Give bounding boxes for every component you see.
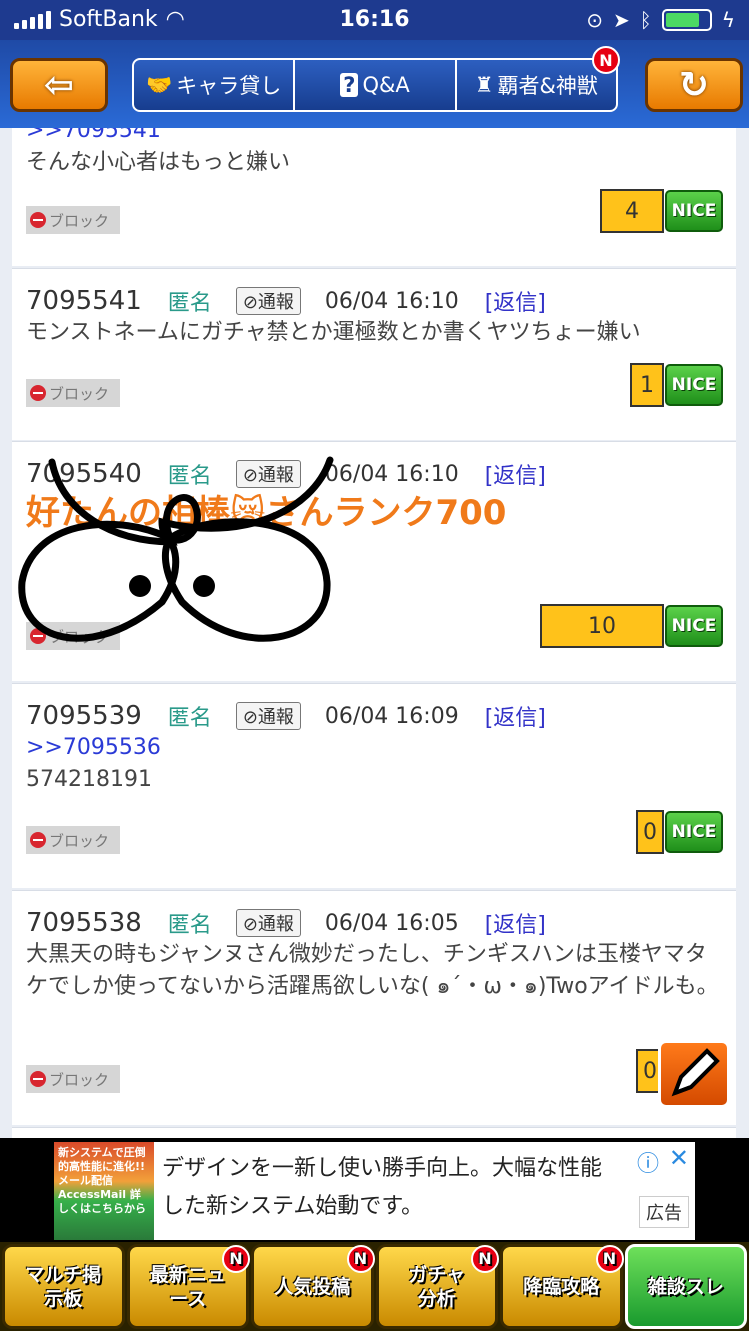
post-date: 06/04 16:09 (324, 703, 459, 729)
handshake-icon: 🤝 (146, 72, 173, 97)
nice-count: 1 (630, 363, 664, 407)
block-button[interactable]: ブロック (26, 1065, 120, 1093)
tower-icon: ♜ (474, 73, 494, 97)
new-badge: N (346, 1245, 375, 1273)
info-icon[interactable]: ⓘ (637, 1146, 659, 1178)
nav-gacha-analysis[interactable]: ガチャ分析 N (375, 1244, 499, 1329)
post-meta: 7095539 匿名 ⊘通報 06/04 16:09 [返信] (26, 700, 546, 732)
new-badge: N (222, 1245, 250, 1273)
reply-link[interactable]: [返信] (485, 700, 546, 732)
ad-banner[interactable]: 新システムで圧倒的高性能に進化!! メール配信 AccessMail 詳しくはこ… (0, 1138, 749, 1242)
post-card (12, 1127, 736, 1138)
post-card: 7095541 匿名 ⊘通報 06/04 16:10 [返信] モンストネームに… (12, 268, 736, 440)
battery-icon (661, 9, 712, 31)
nice-count: 0 (636, 810, 664, 854)
doodle-drawing (18, 456, 334, 642)
report-button[interactable]: ⊘通報 (235, 287, 301, 315)
nice-count: 4 (600, 189, 664, 233)
post-body: モンストネームにガチャ禁とか運極数とか書くヤツちょー嫌い (26, 320, 641, 345)
nice-button[interactable]: NICE (665, 605, 723, 647)
author-name: 匿名 (167, 706, 212, 731)
nice-button[interactable]: NICE (665, 190, 723, 232)
post-number: 7095541 (26, 286, 142, 316)
post-meta: 7095541 匿名 ⊘通報 06/04 16:10 [返信] (26, 285, 546, 317)
orientation-lock-icon: ⊙ (586, 8, 604, 32)
bluetooth-icon: ᛒ (639, 8, 652, 32)
block-button[interactable]: ブロック (26, 826, 120, 854)
post-card: 7095539 匿名 ⊘通報 06/04 16:09 [返信] >>709553… (12, 683, 736, 888)
post-date: 06/04 16:10 (324, 461, 459, 487)
pencil-icon (671, 1048, 720, 1097)
tab-chara-lend[interactable]: 🤝 キャラ貸し (134, 60, 296, 110)
thread-list: >>7095541 そんな小心者はもっと嫌い ブロック 4 NICE 70955… (0, 128, 749, 1138)
post-card: 7095538 匿名 ⊘通報 06/04 16:05 [返信] 大黒天の時もジャ… (12, 890, 736, 1125)
post-card: >>7095541 そんな小心者はもっと嫌い ブロック 4 NICE (12, 128, 736, 266)
close-icon[interactable]: ✕ (669, 1144, 689, 1172)
refresh-button[interactable]: ↻ (645, 58, 743, 112)
block-icon (30, 212, 46, 228)
new-badge: N (592, 46, 620, 74)
nav-multi-board[interactable]: マルチ掲示板 (2, 1244, 125, 1329)
location-icon: ➤ (613, 8, 630, 32)
arrow-left-icon: ⇦ (43, 64, 75, 106)
new-badge: N (595, 1245, 624, 1273)
header-tabs: 🤝 キャラ貸し ? Q&A ♜ 覇者&神獣 (132, 58, 618, 112)
reply-ref-link[interactable]: >>7095536 (26, 732, 726, 764)
reply-link[interactable]: [返信] (485, 285, 546, 317)
post-card: 7095540 匿名 ⊘通報 06/04 16:10 [返信] 好たんの相棒😿さ… (12, 441, 736, 681)
reply-link[interactable]: [返信] (485, 458, 546, 490)
author-name: 匿名 (167, 291, 212, 316)
reply-ref-link[interactable]: >>7095541 (26, 128, 726, 147)
author-name: 匿名 (167, 913, 212, 938)
nice-button[interactable]: NICE (665, 811, 723, 853)
ad-text-line: した新システム始動です。 (162, 1194, 424, 1219)
bottom-nav: マルチ掲示板 最新ニュース N 人気投稿 N ガチャ分析 N 降臨攻略 N 雑談… (0, 1242, 749, 1331)
post-body: 大黒天の時もジャンヌさん微妙だったし、チンギスハンは玉楼ヤマタケでしか使ってない… (26, 942, 719, 999)
block-button[interactable]: ブロック (26, 206, 120, 234)
ad-text-line: デザインを一新し使い勝手向上。大幅な性能 (162, 1156, 603, 1181)
report-button[interactable]: ⊘通報 (235, 909, 301, 937)
block-icon (30, 1071, 46, 1087)
post-body: 574218191 (26, 767, 152, 792)
post-date: 06/04 16:05 (324, 910, 459, 936)
tab-qa[interactable]: ? Q&A (295, 60, 457, 110)
block-button[interactable]: ブロック (26, 379, 120, 407)
nav-descent-guide[interactable]: 降臨攻略 N (500, 1244, 624, 1329)
status-bar: SoftBank ◠ 16:16 ⊙ ➤ ᛒ ϟ (0, 0, 749, 40)
nav-latest-news[interactable]: 最新ニュース N (126, 1244, 250, 1329)
question-icon: ? (340, 73, 359, 97)
nice-button[interactable]: NICE (665, 364, 723, 406)
post-date: 06/04 16:10 (324, 288, 459, 314)
status-icons: ⊙ ➤ ᛒ ϟ (586, 8, 735, 32)
reply-link[interactable]: [返信] (485, 907, 546, 939)
post-number: 7095538 (26, 908, 142, 938)
nice-count: 10 (540, 604, 664, 648)
compose-button[interactable] (658, 1040, 730, 1108)
ad-label: 広告 (639, 1196, 689, 1228)
new-badge: N (471, 1245, 499, 1273)
back-button[interactable]: ⇦ (10, 58, 108, 112)
nav-popular-posts[interactable]: 人気投稿 N (251, 1244, 375, 1329)
report-button[interactable]: ⊘通報 (235, 702, 301, 730)
post-meta: 7095538 匿名 ⊘通報 06/04 16:05 [返信] (26, 907, 546, 939)
tab-hasha-shinju[interactable]: ♜ 覇者&神獣 (457, 60, 616, 110)
app-header: ⇦ 🤝 キャラ貸し ? Q&A ♜ 覇者&神獣 N ↻ (0, 40, 749, 128)
ad-image: 新システムで圧倒的高性能に進化!! メール配信 AccessMail 詳しくはこ… (54, 1142, 154, 1240)
nav-chat-thread[interactable]: 雑談スレ (624, 1244, 747, 1329)
charging-icon: ϟ (721, 8, 735, 32)
refresh-icon: ↻ (678, 64, 710, 106)
block-icon (30, 385, 46, 401)
post-body: そんな小心者はもっと嫌い (26, 150, 291, 175)
post-number: 7095539 (26, 701, 142, 731)
block-icon (30, 832, 46, 848)
